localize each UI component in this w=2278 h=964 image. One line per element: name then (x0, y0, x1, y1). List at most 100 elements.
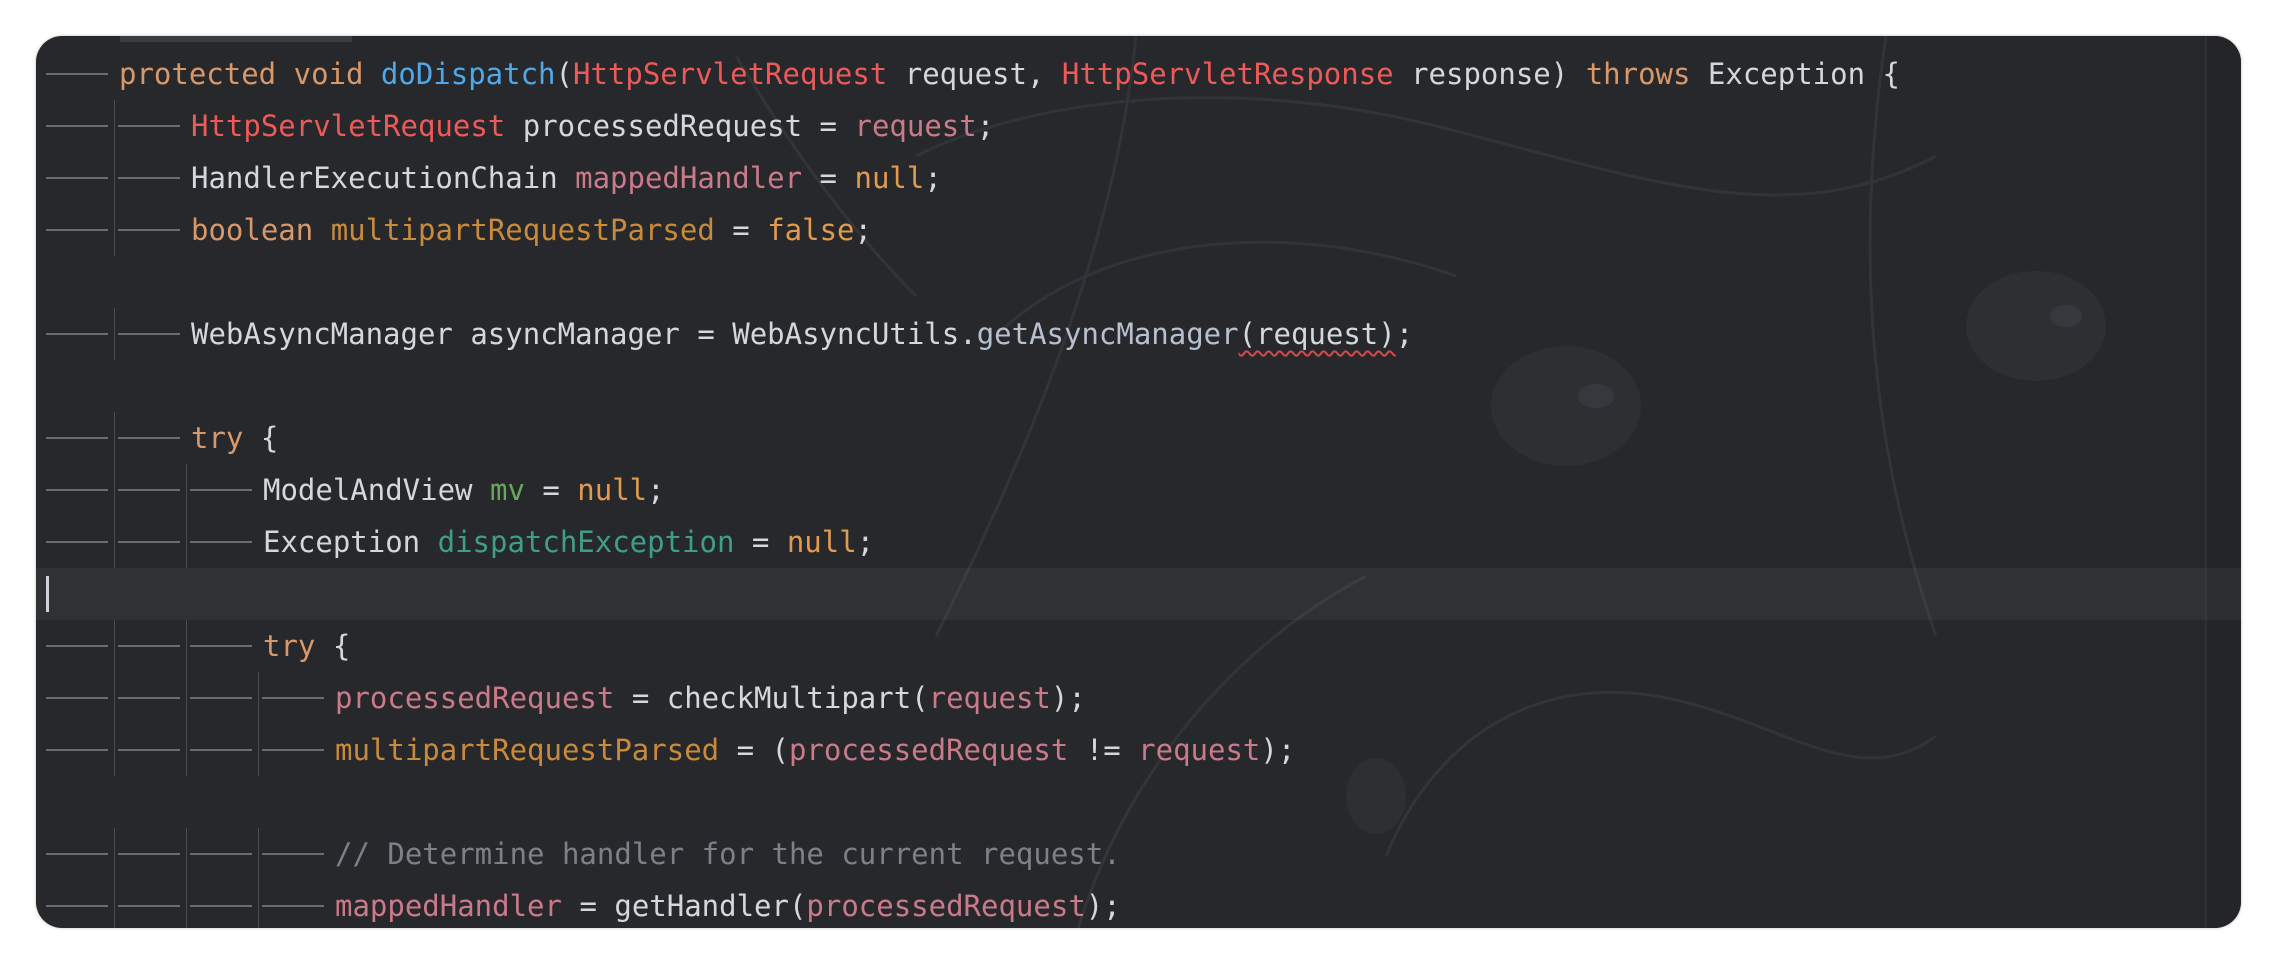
code-token: ); (1050, 681, 1086, 715)
indent-guide-line (114, 672, 115, 724)
indent-marker (190, 749, 252, 751)
indent-guide-line (114, 828, 115, 880)
code-token: request (854, 109, 977, 143)
code-line[interactable] (36, 256, 2241, 308)
indent-marker (190, 541, 252, 543)
code-line-content: mappedHandler = getHandler(processedRequ… (335, 880, 1121, 928)
indent-marker (118, 333, 180, 335)
code-token: dispatchException (437, 525, 735, 559)
code-line[interactable] (36, 360, 2241, 412)
code-token: = ( (719, 733, 789, 767)
code-token: processedRequest (335, 681, 615, 715)
code-token: mappedHandler (335, 889, 562, 923)
code-line[interactable]: try { (36, 412, 2241, 464)
code-token: multipartRequestParsed (335, 733, 720, 767)
code-line[interactable]: ModelAndView mv = null; (36, 464, 2241, 516)
code-line[interactable]: processedRequest = checkMultipart(reques… (36, 672, 2241, 724)
code-editor-window: protected void doDispatch(HttpServletReq… (36, 36, 2241, 928)
code-line-content: protected void doDispatch(HttpServletReq… (119, 48, 1900, 100)
code-line[interactable]: HttpServletRequest processedRequest = re… (36, 100, 2241, 152)
code-line[interactable]: Exception dispatchException = null; (36, 516, 2241, 568)
code-line-content: // Determine handler for the current req… (335, 828, 1121, 880)
top-scroll-strip (120, 36, 352, 42)
code-token: try (263, 629, 316, 663)
code-line-content: WebAsyncManager asyncManager = WebAsyncU… (191, 308, 1413, 360)
indent-marker (46, 905, 108, 907)
indent-marker (118, 697, 180, 699)
indent-marker (262, 905, 324, 907)
indent-marker (190, 905, 252, 907)
code-line[interactable] (36, 776, 2241, 828)
code-token: ModelAndView (263, 473, 490, 507)
code-area[interactable]: protected void doDispatch(HttpServletReq… (36, 48, 2241, 928)
indent-marker (46, 489, 108, 491)
code-line-content: ModelAndView mv = null; (263, 464, 665, 516)
code-token: ; (856, 525, 875, 559)
code-token: ; (924, 161, 942, 195)
indent-marker (190, 853, 252, 855)
code-token: WebAsyncManager asyncManager = WebAsyncU… (191, 317, 977, 351)
code-token: void (293, 57, 364, 91)
code-token: ; (854, 213, 872, 247)
indent-guide-line (186, 880, 187, 928)
indent-marker (190, 645, 252, 647)
code-token: HandlerExecutionChain (191, 161, 576, 195)
code-line-content: processedRequest = checkMultipart(reques… (335, 672, 1086, 724)
code-token: = (802, 161, 855, 195)
code-token: = (524, 473, 578, 507)
code-token: HttpServletResponse (1061, 57, 1394, 91)
code-token: ; (1395, 317, 1414, 351)
indent-marker (118, 229, 180, 231)
indent-guide-line (258, 880, 259, 928)
indent-guide-line (114, 204, 115, 256)
indent-marker (262, 697, 324, 699)
indent-marker (118, 905, 180, 907)
code-token: processedRequest (788, 733, 1069, 767)
indent-marker (46, 437, 108, 439)
code-token: multipartRequestParsed (330, 213, 715, 247)
code-token: getAsyncManager (976, 317, 1239, 351)
code-token: ); (1085, 889, 1121, 923)
code-token: = (734, 525, 787, 559)
indent-marker (46, 125, 108, 127)
code-line-content: boolean multipartRequestParsed = false; (191, 204, 872, 256)
code-token: ; (647, 473, 665, 507)
text-caret (46, 576, 49, 612)
code-token: mappedHandler (575, 161, 803, 195)
code-token: ( (555, 57, 573, 91)
code-line-content: try { (191, 412, 278, 464)
code-line[interactable]: HandlerExecutionChain mappedHandler = nu… (36, 152, 2241, 204)
indent-guide-line (186, 672, 187, 724)
code-line[interactable]: multipartRequestParsed = (processedReque… (36, 724, 2241, 776)
indent-guide-line (114, 516, 115, 568)
code-token: null (786, 525, 857, 559)
code-line[interactable]: mappedHandler = getHandler(processedRequ… (36, 880, 2241, 928)
indent-guide-line (258, 672, 259, 724)
indent-marker (46, 697, 108, 699)
code-token: doDispatch (380, 57, 556, 91)
code-token: (request) (1238, 317, 1396, 351)
code-line[interactable]: // Determine handler for the current req… (36, 828, 2241, 880)
code-token: != (1068, 733, 1139, 767)
code-line-current[interactable] (36, 568, 2241, 620)
code-line[interactable]: boolean multipartRequestParsed = false; (36, 204, 2241, 256)
code-line[interactable]: protected void doDispatch(HttpServletReq… (36, 48, 2241, 100)
code-line[interactable]: WebAsyncManager asyncManager = WebAsyncU… (36, 308, 2241, 360)
indent-guide-line (114, 880, 115, 928)
indent-marker (46, 177, 108, 179)
indent-marker (190, 489, 252, 491)
code-token: { (315, 629, 351, 663)
code-token: throws (1585, 57, 1691, 91)
indent-guide-line (114, 100, 115, 152)
indent-marker (118, 645, 180, 647)
indent-marker (190, 697, 252, 699)
code-token: response) (1393, 57, 1586, 91)
code-line[interactable]: try { (36, 620, 2241, 672)
code-token: request, (887, 57, 1062, 91)
code-token: mv (489, 473, 525, 507)
indent-marker (118, 541, 180, 543)
indent-guide-line (114, 724, 115, 776)
indent-marker (118, 437, 180, 439)
